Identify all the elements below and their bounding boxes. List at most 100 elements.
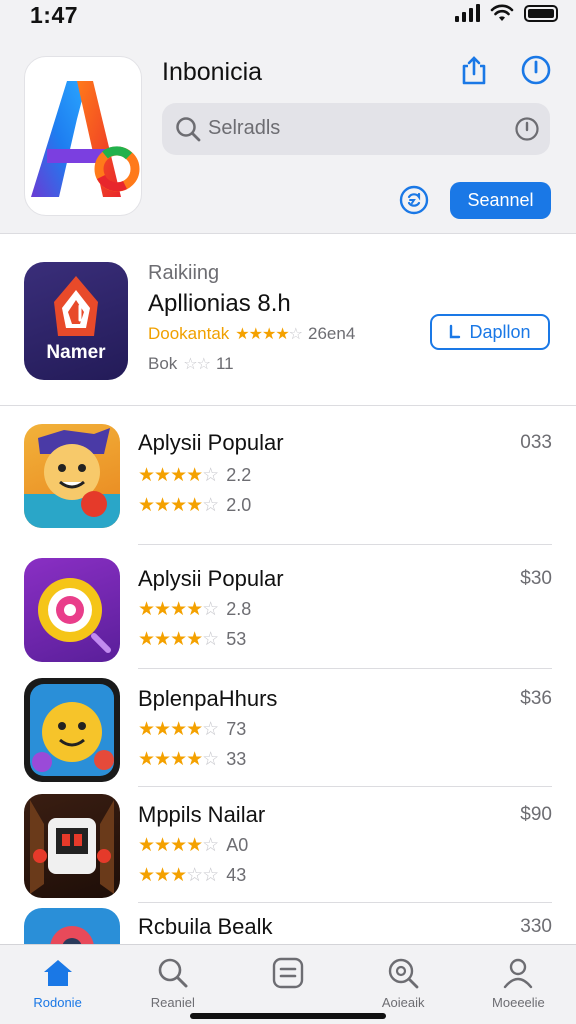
profile-icon bbox=[504, 958, 533, 989]
tab-bar: Rodonie Reaniel Aoieaik Moeeelie bbox=[0, 944, 576, 1024]
featured-secondary-line: Bok ☆☆ 11 bbox=[148, 354, 234, 374]
refresh-icon[interactable] bbox=[398, 184, 430, 216]
app-header: Inbonicia Selradls Seannel bbox=[0, 30, 576, 234]
app-title: Inbonicia bbox=[162, 58, 263, 86]
cartoon-cat-icon bbox=[24, 428, 120, 528]
tab-label: Rodonie bbox=[33, 995, 82, 1010]
app-rating-2: ★★★★☆ 33 bbox=[138, 748, 246, 771]
colorful-a-logo-icon bbox=[31, 81, 140, 197]
app-price: 033 bbox=[520, 432, 552, 453]
status-time: 1:47 bbox=[30, 2, 79, 28]
retro-robot-icon bbox=[30, 800, 114, 894]
divider bbox=[138, 902, 552, 903]
clock-icon[interactable] bbox=[514, 116, 540, 142]
featured-card[interactable]: Namer Raikiing Apllionias 8.h Dookantak … bbox=[0, 234, 576, 406]
search-icon bbox=[158, 958, 188, 988]
stars: ★★★★☆ bbox=[138, 599, 219, 620]
stars: ★★★★☆ bbox=[138, 629, 219, 650]
app-name: Rcbuila Bealk bbox=[138, 914, 273, 939]
list-icon bbox=[272, 957, 304, 989]
search-input[interactable]: Selradls bbox=[162, 103, 550, 155]
rating-value: A0 bbox=[226, 835, 249, 855]
list-item[interactable]: Mppils Nailar $90 ★★★★☆ A0 ★★★☆☆ 43 bbox=[0, 794, 576, 914]
app-rating-2: ★★★★☆ 53 bbox=[138, 628, 246, 651]
info-icon[interactable] bbox=[520, 54, 552, 86]
featured-line2-text: Bok bbox=[148, 354, 178, 373]
featured-rating-line: Dookantak ★★★★☆ 26en4 bbox=[148, 324, 355, 344]
play-arrow-icon bbox=[450, 324, 461, 339]
rating-value: 53 bbox=[226, 629, 247, 649]
list-item[interactable]: Rcbuila Bealk 330 bbox=[0, 908, 576, 944]
tab-profile[interactable]: Moeeelie bbox=[461, 945, 576, 1024]
rating-value: 2.8 bbox=[226, 599, 252, 619]
app-price: $30 bbox=[520, 568, 552, 589]
app-icon bbox=[24, 794, 120, 898]
tab-label: Moeeelie bbox=[492, 995, 545, 1010]
app-rating-1: ★★★★☆ 2.8 bbox=[138, 598, 251, 621]
list-item[interactable]: Aplysii Popular $30 ★★★★☆ 2.8 ★★★★☆ 53 bbox=[0, 558, 576, 678]
app-icon bbox=[24, 678, 120, 782]
featured-stars-1: ★★★★☆ bbox=[235, 326, 303, 343]
featured-icon-label: Namer bbox=[46, 342, 106, 363]
home-icon bbox=[43, 960, 72, 986]
list-item[interactable]: BplenpaHhurs $36 ★★★★☆ 73 ★★★★☆ 33 bbox=[0, 678, 576, 798]
app-name: Aplysii Popular bbox=[138, 566, 284, 591]
app-name: BplenpaHhurs bbox=[138, 686, 278, 711]
app-logo[interactable] bbox=[24, 56, 142, 216]
app-name: Mppils Nailar bbox=[138, 802, 266, 827]
stars: ★★★★☆ bbox=[138, 495, 219, 516]
divider bbox=[138, 544, 552, 545]
app-icon bbox=[24, 424, 120, 528]
app-price: 330 bbox=[520, 916, 552, 937]
tab-home[interactable]: Rodonie bbox=[0, 945, 115, 1024]
list-item[interactable]: Aplysii Popular 033 ★★★★☆ 2.2 ★★★★☆ 2.0 bbox=[0, 424, 576, 545]
rating-value: 2.0 bbox=[226, 495, 252, 515]
primary-action-button[interactable]: Seannel bbox=[450, 182, 551, 219]
app-rating-1: ★★★★☆ 2.2 bbox=[138, 464, 251, 487]
app-icon bbox=[24, 908, 120, 944]
stars: ★★★☆☆ bbox=[138, 865, 219, 886]
stars: ★★★★☆ bbox=[138, 835, 219, 856]
app-price: $36 bbox=[520, 688, 552, 709]
featured-line1-value: 26en4 bbox=[308, 324, 356, 343]
share-icon[interactable] bbox=[458, 54, 490, 86]
app-price: $90 bbox=[520, 804, 552, 825]
stars: ★★★★☆ bbox=[138, 719, 219, 740]
divider bbox=[138, 786, 552, 787]
rating-value: 43 bbox=[226, 865, 247, 885]
divider bbox=[138, 668, 552, 669]
app-icon bbox=[24, 558, 120, 662]
rating-value: 2.2 bbox=[226, 465, 252, 485]
featured-stars-2: ☆☆ bbox=[183, 356, 211, 373]
app-rating-2: ★★★☆☆ 43 bbox=[138, 864, 246, 887]
featured-title: Apllionias 8.h bbox=[148, 290, 291, 317]
status-bar: 1:47 bbox=[0, 0, 576, 30]
stars: ★★★★☆ bbox=[138, 465, 219, 486]
app-rating-2: ★★★★☆ 2.0 bbox=[138, 494, 251, 517]
rating-value: 33 bbox=[226, 749, 247, 769]
cellular-signal-icon bbox=[455, 4, 480, 22]
featured-get-button[interactable]: Dapllon bbox=[430, 314, 550, 350]
rating-value: 73 bbox=[226, 719, 247, 739]
emoji-face-icon bbox=[30, 684, 114, 776]
app-icon-partial bbox=[50, 926, 94, 944]
battery-icon bbox=[524, 4, 558, 22]
featured-line1-text: Dookantak bbox=[148, 324, 230, 343]
home-indicator bbox=[190, 1013, 386, 1019]
featured-line2-value: 11 bbox=[215, 354, 234, 373]
status-icons bbox=[455, 4, 558, 22]
stars: ★★★★☆ bbox=[138, 749, 219, 770]
swirl-lollipop-icon bbox=[38, 578, 111, 653]
app-name: Aplysii Popular bbox=[138, 430, 284, 455]
search-at-icon bbox=[389, 958, 419, 989]
tab-label: Reaniel bbox=[150, 995, 195, 1010]
wifi-icon bbox=[490, 4, 514, 21]
app-rating-1: ★★★★☆ 73 bbox=[138, 718, 246, 741]
search-icon bbox=[176, 117, 201, 142]
featured-app-icon[interactable]: Namer bbox=[24, 262, 128, 380]
tab-label: Aoieaik bbox=[381, 995, 425, 1010]
app-rating-1: ★★★★☆ A0 bbox=[138, 834, 248, 857]
search-placeholder: Selradls bbox=[208, 117, 281, 139]
featured-button-label: Dapllon bbox=[469, 321, 531, 342]
featured-eyebrow: Raikiing bbox=[148, 262, 220, 284]
